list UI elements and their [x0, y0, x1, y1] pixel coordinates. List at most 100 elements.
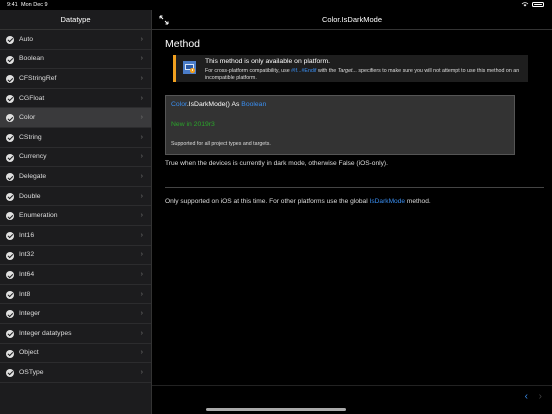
expand-icon[interactable]: [159, 15, 169, 25]
sidebar-item-label: CGFloat: [19, 94, 45, 102]
sidebar-item-int64[interactable]: Int64 ›: [0, 265, 151, 285]
chevron-right-icon: ›: [140, 153, 143, 161]
status-bar: 9:41 Mon Dec 9: [0, 0, 552, 10]
checkmark-icon: [6, 310, 14, 319]
sidebar-item-int8[interactable]: Int8 ›: [0, 285, 151, 305]
sidebar-item-label: Enumeration: [19, 212, 58, 220]
sidebar-item-label: Int8: [19, 290, 31, 298]
sidebar-item-label: Integer datatypes: [19, 329, 72, 337]
chevron-right-icon: ›: [140, 35, 143, 43]
sidebar-item-int16[interactable]: Int16 ›: [0, 226, 151, 246]
sidebar-item-enumeration[interactable]: Enumeration ›: [0, 206, 151, 226]
isdarkmode-link[interactable]: IsDarkMode: [370, 198, 406, 205]
note-prefix: Only supported on iOS at this time. For …: [165, 197, 370, 205]
return-type-link[interactable]: Boolean: [241, 101, 266, 108]
sidebar-item-label: Int16: [19, 231, 35, 239]
checkmark-icon: [6, 251, 14, 260]
checkmark-icon: [6, 114, 14, 123]
home-indicator[interactable]: [206, 408, 346, 411]
sidebar-item-label: CString: [19, 133, 42, 141]
sidebar-item-boolean[interactable]: Boolean ›: [0, 50, 151, 70]
chevron-right-icon: ›: [140, 133, 143, 141]
sidebar-item-color[interactable]: Color ›: [0, 108, 151, 128]
checkmark-icon: [6, 55, 14, 64]
checkmark-icon: [6, 231, 14, 240]
sidebar-navbar: Datatype: [0, 10, 151, 30]
sidebar-item-label: OSType: [19, 368, 44, 376]
notice-body-mid: with the: [316, 68, 338, 74]
sidebar-title: Datatype: [60, 15, 91, 24]
method-description: True when the devices is currently in da…: [165, 160, 388, 167]
sidebar-item-label: Delegate: [19, 172, 47, 180]
checkmark-icon: [6, 192, 14, 201]
notice-title: This method is only available on platfor…: [205, 58, 331, 65]
platform-notice: This method is only available on platfor…: [173, 55, 528, 82]
chevron-right-icon: ›: [140, 329, 143, 337]
sidebar-item-ostype[interactable]: OSType ›: [0, 363, 151, 383]
checkmark-icon: [6, 36, 14, 44]
checkmark-icon: [6, 369, 14, 378]
section-divider: [165, 187, 544, 188]
chevron-right-icon: ›: [140, 74, 143, 82]
sidebar-item-integer-datatypes[interactable]: Integer datatypes ›: [0, 324, 151, 344]
chevron-right-icon: ›: [140, 349, 143, 357]
sidebar-item-label: CFStringRef: [19, 74, 57, 82]
chevron-right-icon: ›: [140, 368, 143, 376]
sidebar-item-label: Boolean: [19, 55, 44, 63]
checkmark-icon: [6, 329, 14, 338]
sidebar-item-currency[interactable]: Currency ›: [0, 148, 151, 168]
page-title: Color.IsDarkMode: [321, 15, 383, 24]
sidebar-item-label: Integer: [19, 310, 41, 318]
support-label: Supported for all project types and targ…: [171, 141, 271, 147]
sidebar-item-cstring[interactable]: CString ›: [0, 128, 151, 148]
method-name: .IsDarkMode: [186, 101, 226, 108]
sidebar-item-label: Auto: [19, 35, 33, 43]
sidebar-item-cfstringref[interactable]: CFStringRef ›: [0, 69, 151, 89]
chevron-right-icon: ›: [140, 114, 143, 122]
chevron-right-icon: ›: [140, 290, 143, 298]
if-endif-link[interactable]: #If...#Endif: [291, 68, 316, 74]
wifi-icon: [521, 2, 529, 7]
sidebar: Datatype Auto › Boolean › CFStringRef › CGFloa…: [0, 10, 152, 414]
checkmark-icon: [6, 290, 14, 299]
checkmark-icon: [6, 271, 14, 280]
sidebar-item-label: Int64: [19, 270, 35, 278]
checkmark-icon: [6, 173, 14, 182]
chevron-right-icon: ›: [140, 94, 143, 102]
checkmark-icon: [6, 94, 14, 103]
sidebar-item-label: Int32: [19, 251, 35, 259]
sidebar-item-int32[interactable]: Int32 ›: [0, 246, 151, 266]
sidebar-list: Auto › Boolean › CFStringRef › CGFloat › Color › C…: [0, 30, 151, 383]
sidebar-item-double[interactable]: Double ›: [0, 187, 151, 207]
battery-icon: [532, 2, 544, 7]
chevron-right-icon: ›: [140, 231, 143, 239]
sidebar-item-cgfloat[interactable]: CGFloat ›: [0, 89, 151, 109]
sidebar-item-label: Color: [19, 114, 36, 122]
section-heading: Method: [165, 38, 201, 50]
back-button[interactable]: ‹: [525, 391, 528, 402]
sidebar-item-object[interactable]: Object ›: [0, 344, 151, 364]
chevron-right-icon: ›: [140, 172, 143, 180]
as-keyword: As: [231, 101, 242, 108]
chevron-right-icon: ›: [140, 192, 143, 200]
chevron-right-icon: ›: [140, 270, 143, 278]
signature-box: Color.IsDarkMode() As Boolean New in 201…: [165, 95, 515, 155]
detail-navbar: Color.IsDarkMode: [152, 10, 552, 30]
new-in-label: New in 2019r3: [171, 121, 215, 128]
sidebar-item-auto[interactable]: Auto ›: [0, 30, 151, 50]
sidebar-item-delegate[interactable]: Delegate ›: [0, 167, 151, 187]
target-keyword: Target...: [337, 68, 357, 74]
class-link[interactable]: Color: [171, 101, 187, 108]
status-time: 9:41: [7, 2, 18, 8]
platform-warning-icon: [183, 61, 196, 74]
checkmark-icon: [6, 212, 14, 221]
forward-button[interactable]: ›: [539, 391, 542, 402]
sidebar-item-integer[interactable]: Integer ›: [0, 304, 151, 324]
platform-note: Only supported on iOS at this time. For …: [165, 198, 544, 205]
sidebar-item-label: Currency: [19, 153, 47, 161]
checkmark-icon: [6, 133, 14, 142]
sidebar-item-label: Object: [19, 349, 39, 357]
checkmark-icon: [6, 349, 14, 358]
checkmark-icon: [6, 75, 14, 84]
sidebar-item-label: Double: [19, 192, 41, 200]
